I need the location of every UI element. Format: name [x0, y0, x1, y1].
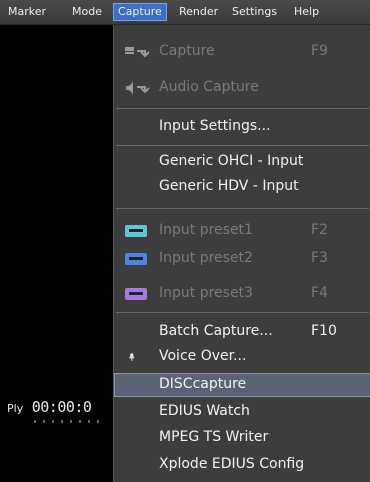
menu-item-label: Input preset2: [159, 250, 253, 266]
menu-item-input-preset2[interactable]: Input preset2 F3: [114, 247, 370, 271]
menu-item-generic-hdv-input[interactable]: Generic HDV - Input: [114, 175, 370, 199]
menu-settings[interactable]: Settings: [228, 3, 281, 21]
menu-item-label: Input Settings...: [159, 118, 271, 134]
capture-icon: [125, 47, 150, 58]
menu-separator: [116, 108, 369, 109]
menu-item-label: Audio Capture: [159, 79, 259, 95]
menu-item-disccapture[interactable]: DISCcapture: [114, 373, 370, 397]
menu-separator: [116, 312, 369, 313]
menu-capture[interactable]: Capture: [113, 3, 167, 21]
menu-item-shortcut: F10: [311, 323, 337, 339]
menu-item-label: Generic HDV - Input: [159, 178, 299, 194]
input-preset-icon: [125, 288, 147, 300]
menu-item-audio-capture[interactable]: Audio Capture: [114, 76, 370, 100]
menu-item-xplode-edius-config[interactable]: Xplode EDIUS Config: [114, 453, 370, 477]
timecode-prefix: Ply: [7, 402, 24, 415]
menu-item-label: Generic OHCI - Input: [159, 153, 304, 169]
menu-item-label: MPEG TS Writer: [159, 429, 269, 445]
input-preset-icon: [125, 253, 147, 265]
menu-help[interactable]: Help: [290, 3, 323, 21]
menu-item-capture[interactable]: Capture F9: [114, 40, 370, 64]
timecode-value: 00:00:0: [31, 398, 92, 416]
menu-item-shortcut: F9: [311, 43, 328, 59]
menu-item-shortcut: F4: [311, 285, 328, 301]
menu-item-generic-ohci-input[interactable]: Generic OHCI - Input: [114, 150, 370, 174]
menu-item-input-preset1[interactable]: Input preset1 F2: [114, 219, 370, 243]
menu-render[interactable]: Render: [175, 3, 222, 21]
menu-mode[interactable]: Mode: [68, 3, 106, 21]
menu-item-label: Xplode EDIUS Config: [159, 456, 305, 472]
menu-item-label: Capture: [159, 43, 215, 59]
menu-item-batch-capture[interactable]: Batch Capture... F10: [114, 320, 370, 344]
timecode-scale: [34, 420, 104, 423]
menu-separator: [116, 145, 369, 146]
audio-capture-icon: [126, 82, 150, 94]
menu-item-label: Input preset3: [159, 285, 253, 301]
menu-item-edius-watch[interactable]: EDIUS Watch: [114, 400, 370, 424]
timecode-display: Ply 00:00:0: [7, 398, 92, 416]
input-preset-icon: [125, 225, 147, 237]
menu-item-voice-over[interactable]: Voice Over...: [114, 345, 370, 369]
menu-item-label: Voice Over...: [159, 348, 247, 364]
menu-marker[interactable]: Marker: [4, 3, 50, 21]
capture-dropdown-menu: Capture F9 Audio Capture Input Settings.…: [113, 25, 370, 482]
menu-item-label: EDIUS Watch: [159, 403, 250, 419]
menu-item-shortcut: F2: [311, 222, 328, 238]
menu-separator: [116, 208, 369, 209]
menu-item-label: Input preset1: [159, 222, 253, 238]
menu-item-input-settings[interactable]: Input Settings...: [114, 115, 370, 139]
microphone-icon: [128, 353, 135, 361]
menu-bar: Marker Mode Capture Render Settings Help: [0, 0, 370, 25]
menu-item-input-preset3[interactable]: Input preset3 F4: [114, 282, 370, 306]
menu-item-label: Batch Capture...: [159, 323, 273, 339]
menu-item-shortcut: F3: [311, 250, 328, 266]
menu-item-label: DISCcapture: [159, 376, 247, 392]
menu-item-mpeg-ts-writer[interactable]: MPEG TS Writer: [114, 426, 370, 450]
